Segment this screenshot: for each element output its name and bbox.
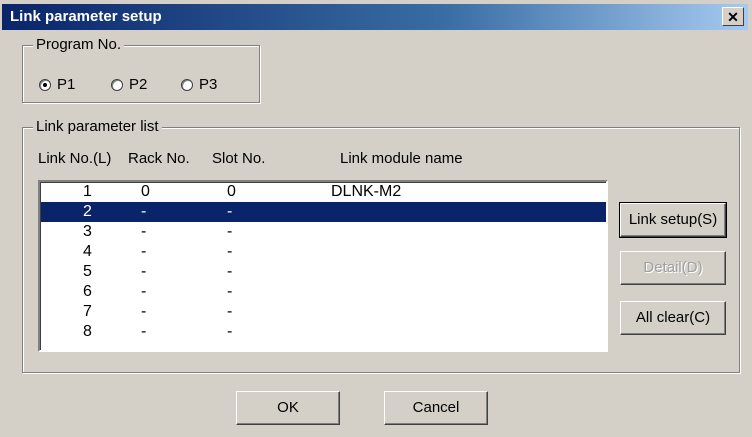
- slot-no-cell: -: [227, 243, 233, 260]
- all-clear-button[interactable]: All clear(C): [620, 301, 726, 335]
- link-no-cell: 1: [83, 183, 92, 200]
- header-link-no: Link No.(L): [38, 150, 112, 167]
- module-name-cell: DLNK-M2: [331, 183, 402, 200]
- radio-p1-indicator[interactable]: [39, 78, 51, 91]
- radio-p3[interactable]: P3: [181, 76, 217, 93]
- link-setup-button[interactable]: Link setup(S): [619, 202, 727, 238]
- link-no-cell: 5: [83, 263, 92, 280]
- program-no-legend: Program No.: [33, 36, 125, 53]
- link-parameter-listbox[interactable]: 1 0 0 DLNK-M2 2 - - 3 - - 4 - - 5 - - 6 …: [38, 180, 608, 352]
- rack-no-cell: -: [141, 203, 147, 220]
- slot-no-cell: -: [227, 283, 233, 300]
- radio-p3-indicator[interactable]: [181, 78, 193, 91]
- header-slot-no: Slot No.: [212, 150, 266, 167]
- list-item[interactable]: 7 - -: [41, 302, 606, 322]
- window-title: Link parameter setup: [10, 8, 162, 25]
- link-no-cell: 7: [83, 303, 92, 320]
- cancel-button[interactable]: Cancel: [384, 391, 488, 425]
- list-item[interactable]: 4 - -: [41, 242, 606, 262]
- detail-button[interactable]: Detail(D): [620, 251, 726, 285]
- list-item-selected[interactable]: 2 - -: [41, 202, 606, 222]
- radio-p2[interactable]: P2: [111, 76, 147, 93]
- radio-p3-label: P3: [199, 76, 218, 93]
- rack-no-cell: -: [141, 243, 147, 260]
- list-item[interactable]: 5 - -: [41, 262, 606, 282]
- radio-p2-label: P2: [129, 76, 148, 93]
- ok-button[interactable]: OK: [236, 391, 340, 425]
- link-no-cell: 8: [83, 323, 92, 340]
- title-bar: Link parameter setup ✕: [2, 4, 748, 30]
- header-module-name: Link module name: [340, 150, 463, 167]
- link-no-cell: 4: [83, 243, 92, 260]
- close-button[interactable]: ✕: [722, 7, 744, 26]
- radio-p1[interactable]: P1: [39, 76, 75, 93]
- slot-no-cell: 0: [227, 183, 236, 200]
- program-no-group: Program No. P1 P2 P3: [22, 36, 260, 103]
- header-rack-no: Rack No.: [128, 150, 190, 167]
- radio-p2-indicator[interactable]: [111, 78, 123, 91]
- link-no-cell: 3: [83, 223, 92, 240]
- list-item[interactable]: 1 0 0 DLNK-M2: [41, 182, 606, 202]
- list-item[interactable]: 6 - -: [41, 282, 606, 302]
- list-item[interactable]: 8 - -: [41, 322, 606, 342]
- link-no-cell: 2: [83, 203, 92, 220]
- slot-no-cell: -: [227, 223, 233, 240]
- rack-no-cell: 0: [141, 183, 150, 200]
- rack-no-cell: -: [141, 303, 147, 320]
- rack-no-cell: -: [141, 323, 147, 340]
- list-item[interactable]: 3 - -: [41, 222, 606, 242]
- close-icon: ✕: [727, 9, 739, 25]
- slot-no-cell: -: [227, 323, 233, 340]
- rack-no-cell: -: [141, 283, 147, 300]
- slot-no-cell: -: [227, 203, 233, 220]
- slot-no-cell: -: [227, 263, 233, 280]
- link-parameter-list-legend: Link parameter list: [33, 118, 162, 135]
- rack-no-cell: -: [141, 223, 147, 240]
- link-no-cell: 6: [83, 283, 92, 300]
- rack-no-cell: -: [141, 263, 147, 280]
- radio-p1-label: P1: [57, 76, 76, 93]
- slot-no-cell: -: [227, 303, 233, 320]
